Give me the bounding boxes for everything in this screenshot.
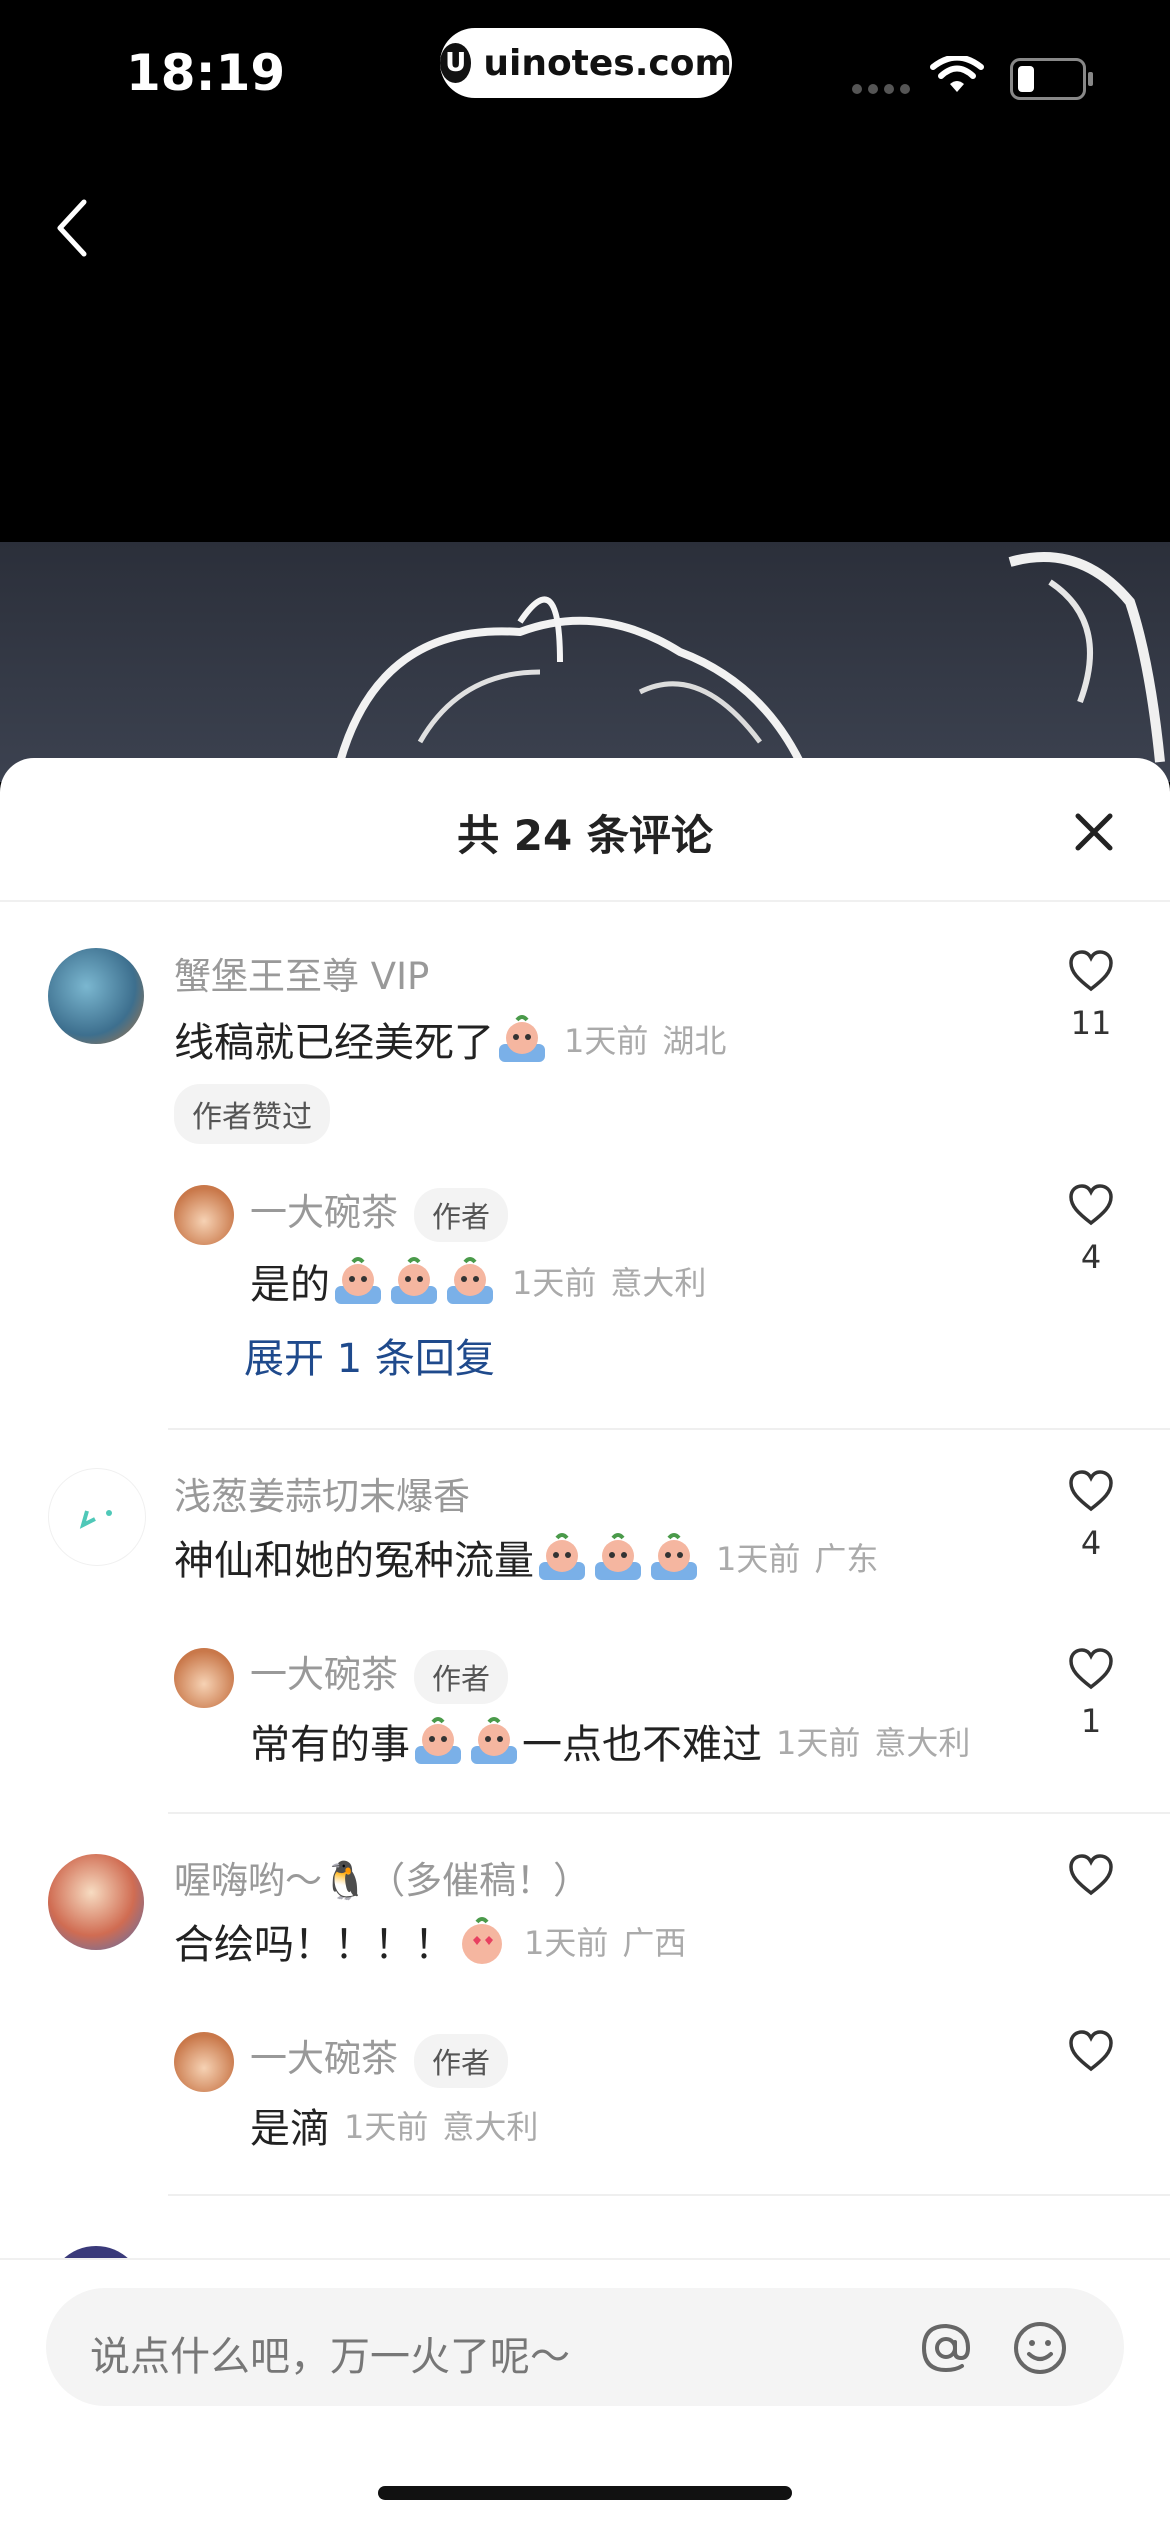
reply-location: 意大利 (874, 1724, 971, 1762)
crying-emoji-icon (647, 1530, 701, 1584)
status-bar: 18:19 U uinotes.com (0, 0, 1170, 140)
comment-username[interactable]: 浅葱姜蒜切末爆香 (174, 1466, 470, 1520)
reply-text: 是的 1天前 意大利 (250, 1252, 706, 1310)
heart-eyes-emoji-icon (455, 1914, 509, 1968)
status-time: 18:19 (126, 44, 286, 102)
divider (168, 1428, 1170, 1430)
reply-username-text: 一大碗茶 (250, 1191, 398, 1234)
wifi-icon (930, 56, 984, 92)
expand-replies-button[interactable]: 展开 1 条回复 (244, 1326, 495, 1384)
heart-outline-icon (1069, 1648, 1113, 1690)
crying-emoji-icon (443, 1254, 497, 1308)
heart-outline-icon (1069, 2030, 1113, 2072)
crying-emoji-icon (331, 1254, 385, 1308)
like-count: 4 (1080, 1238, 1102, 1276)
reply-text: 是滴 1天前 意大利 (250, 2096, 538, 2154)
comment-username[interactable]: 喔嗨哟～🐧（多催稿！） (174, 1850, 590, 1904)
comment-input[interactable]: 说点什么吧，万一火了呢～ (46, 2288, 1124, 2406)
reply-body-part-1: 常有的事 (250, 1722, 410, 1768)
reply-location: 意大利 (610, 1264, 707, 1302)
close-icon[interactable] (1074, 812, 1114, 852)
like-button[interactable]: 4 (1046, 1470, 1136, 1562)
battery-icon (1010, 58, 1093, 100)
reply-text: 常有的事 一点也不难过 1天前 意大利 (250, 1712, 970, 1770)
reply-time: 1天前 (344, 2108, 429, 2146)
heart-outline-icon (1069, 950, 1113, 992)
comment-time: 1天前 (564, 1022, 649, 1060)
cellular-signal-icon (852, 84, 910, 94)
reply-username-text: 一大碗茶 (250, 1653, 398, 1696)
comment-input-placeholder: 说点什么吧，万一火了呢～ (90, 2334, 570, 2380)
like-button[interactable] (1046, 2030, 1136, 2076)
avatar[interactable] (48, 1854, 144, 1950)
reply-body: 是滴 (250, 2106, 330, 2152)
comment-body: 合绘吗！！！！ (174, 1922, 454, 1968)
reply-time: 1天前 (512, 1264, 597, 1302)
like-count: 11 (1070, 1004, 1112, 1042)
comment-text: 线稿就已经美死了 1天前 湖北 (174, 1010, 726, 1068)
crying-emoji-icon (467, 1714, 521, 1768)
comment-time: 1天前 (524, 1924, 609, 1962)
like-count: 4 (1080, 1524, 1102, 1562)
avatar[interactable] (174, 1648, 234, 1708)
site-logo-icon: U (440, 43, 472, 83)
comment-body: 神仙和她的冤种流量 (174, 1538, 534, 1584)
crying-emoji-icon (387, 1254, 441, 1308)
like-button[interactable]: 4 (1046, 1184, 1136, 1276)
comment-username[interactable]: 蟹堡王至尊 VIP (174, 946, 429, 1000)
crying-emoji-icon (535, 1530, 589, 1584)
like-button[interactable]: 11 (1046, 950, 1136, 1042)
crying-emoji-icon (495, 1012, 549, 1066)
comment-text: 神仙和她的冤种流量 1天前 广东 (174, 1528, 878, 1586)
reply-username-text: 一大碗茶 (250, 2037, 398, 2080)
like-count: 1 (1080, 1702, 1102, 1740)
author-badge: 作者 (414, 1187, 509, 1242)
heart-outline-icon (1069, 1470, 1113, 1512)
comment-location: 广西 (622, 1924, 687, 1962)
heart-outline-icon (1069, 1854, 1113, 1896)
comment-location: 广东 (814, 1540, 879, 1578)
reply-time: 1天前 (776, 1724, 861, 1762)
comment-body: 线稿就已经美死了 (174, 1020, 494, 1066)
avatar[interactable] (48, 1468, 146, 1566)
like-button[interactable]: 1 (1046, 1648, 1136, 1740)
reply-username[interactable]: 一大碗茶 作者 (250, 1182, 509, 1242)
like-button[interactable] (1046, 1854, 1136, 1900)
avatar[interactable] (174, 1185, 234, 1245)
reply-body-part-2: 一点也不难过 (522, 1722, 762, 1768)
sheet-title: 共 24 条评论 (457, 811, 713, 860)
artwork-image (0, 542, 1170, 782)
author-liked-badge: 作者赞过 (174, 1084, 330, 1144)
avatar[interactable] (48, 948, 144, 1044)
comment-text: 合绘吗！！！！ 1天前 广西 (174, 1912, 686, 1970)
avatar[interactable] (174, 2032, 234, 2092)
crying-emoji-icon (591, 1530, 645, 1584)
url-text: uinotes.com (483, 42, 732, 84)
author-badge: 作者 (414, 1649, 509, 1704)
author-badge: 作者 (414, 2033, 509, 2088)
url-pill: U uinotes.com (440, 28, 732, 98)
divider (168, 2194, 1170, 2196)
reply-body: 是的 (250, 1262, 330, 1308)
heart-outline-icon (1069, 1184, 1113, 1226)
divider (168, 1812, 1170, 1814)
comment-location: 湖北 (662, 1022, 727, 1060)
comment-time: 1天前 (716, 1540, 801, 1578)
smile-icon[interactable] (1010, 2318, 1070, 2378)
reply-username[interactable]: 一大碗茶 作者 (250, 2028, 509, 2088)
crying-emoji-icon (411, 1714, 465, 1768)
sheet-header: 共 24 条评论 (0, 758, 1170, 902)
reply-location: 意大利 (442, 2108, 539, 2146)
home-indicator (378, 2486, 792, 2500)
at-icon[interactable] (916, 2318, 976, 2378)
chevron-left-icon[interactable] (52, 196, 92, 260)
reply-username[interactable]: 一大碗茶 作者 (250, 1644, 509, 1704)
